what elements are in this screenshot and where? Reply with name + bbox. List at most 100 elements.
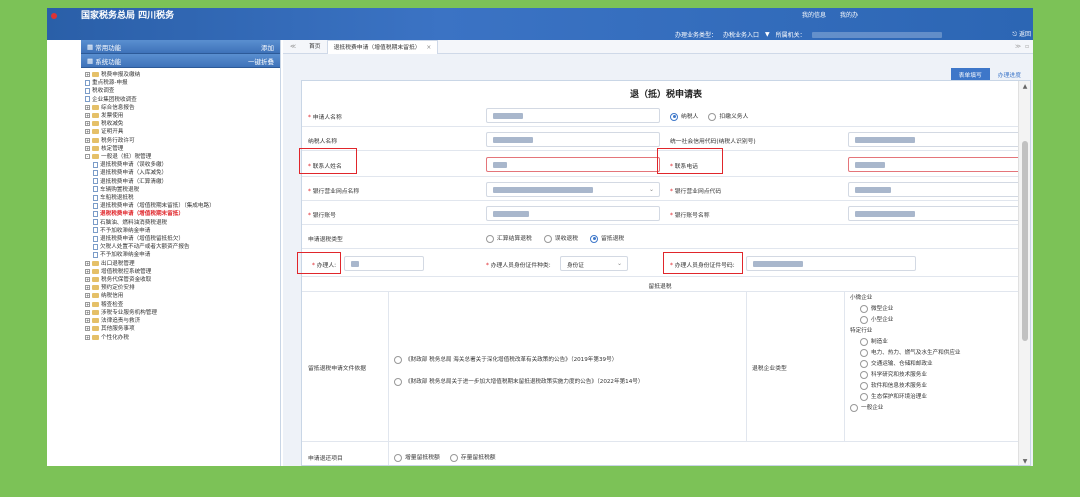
menu-item[interactable]: 退抵税费申请（误收多缴）: [85, 161, 276, 169]
menu-item[interactable]: + 法律追责与救济: [85, 317, 276, 325]
menu-item[interactable]: 退税税费申请（增值税期末留抵）: [85, 210, 276, 218]
option-ecology[interactable]: 生态保护和环境治理业: [860, 392, 961, 403]
tab-prev-button[interactable]: ≪: [283, 44, 303, 50]
expand-icon[interactable]: +: [85, 285, 90, 291]
option-general[interactable]: 一般企业: [850, 403, 961, 414]
radio-withholder[interactable]: 扣缴义务人: [708, 111, 748, 121]
menu-item[interactable]: 不予加收滞纳金申请: [85, 227, 276, 235]
credit-code-field[interactable]: [848, 132, 1022, 147]
scroll-down-icon[interactable]: ▼: [1019, 458, 1030, 465]
expand-icon[interactable]: +: [85, 277, 90, 283]
expand-icon[interactable]: +: [85, 318, 90, 324]
tab-menu-icon[interactable]: ▫: [1025, 44, 1029, 50]
option-manufacturing[interactable]: 制造业: [860, 337, 961, 348]
menu-item[interactable]: + 个性化办税: [85, 334, 276, 342]
taxpayer-name-field[interactable]: [486, 132, 660, 147]
expand-icon[interactable]: +: [85, 72, 90, 77]
option-stock[interactable]: 存量留抵税额: [449, 452, 496, 462]
bank-name-select[interactable]: ⌄: [486, 182, 660, 197]
expand-icon[interactable]: +: [85, 137, 90, 143]
option-research[interactable]: 科学研究和技术服务业: [860, 370, 961, 381]
menu-item[interactable]: + 税务代保管资金收取: [85, 276, 276, 284]
sidebar-system-header[interactable]: ▦ 系统功能 一键折叠: [81, 54, 280, 68]
expand-icon[interactable]: +: [85, 121, 90, 127]
menu-item[interactable]: + 出口退税管理: [85, 260, 276, 268]
bank-code-field[interactable]: [848, 182, 1022, 197]
id-type-select[interactable]: 身份证 ⌄: [560, 256, 628, 271]
menu-item[interactable]: 车辆购置税退税: [85, 186, 276, 194]
expand-icon[interactable]: +: [85, 129, 90, 135]
expand-icon[interactable]: +: [85, 260, 90, 266]
menu-item[interactable]: 石脑油、燃料油消费税退税: [85, 219, 276, 227]
option-micro[interactable]: 微型企业: [860, 304, 961, 315]
expand-icon[interactable]: +: [85, 113, 90, 119]
expand-icon[interactable]: +: [85, 301, 90, 307]
applicant-name-field[interactable]: [486, 108, 660, 123]
menu-item[interactable]: + 核定管理: [85, 145, 276, 153]
close-icon[interactable]: ×: [426, 45, 431, 51]
menu-item[interactable]: 欠税人处置不动产或者大额资产报告: [85, 243, 276, 251]
menu-item[interactable]: 不予加收滞纳金申请: [85, 251, 276, 259]
menu-item[interactable]: + 涉税专业服务机构管理: [85, 309, 276, 317]
expand-icon[interactable]: +: [85, 268, 90, 274]
expand-icon[interactable]: +: [85, 104, 90, 110]
option-transport[interactable]: 交通运输、仓储和邮政业: [860, 359, 961, 370]
radio-type-settlement[interactable]: 汇算结算退税: [486, 233, 532, 243]
biz-type-select[interactable]: 办税业务入口: [723, 30, 759, 39]
contact-name-field[interactable]: [486, 157, 660, 172]
collapse-all-button[interactable]: 一键折叠: [248, 56, 274, 66]
radio-type-credit-refund[interactable]: 留抵退税: [590, 233, 624, 243]
add-shortcut-button[interactable]: 添加: [261, 42, 274, 52]
menu-item[interactable]: + 稽查检查: [85, 301, 276, 309]
menu-item[interactable]: 退抵税费申请（增值税期末留抵）（集成电路）: [85, 202, 276, 210]
account-no-field[interactable]: [486, 206, 660, 221]
menu-item[interactable]: 退抵税费申请（汇算清缴）: [85, 178, 276, 186]
menu-item[interactable]: 退抵税费申请（入库减免）: [85, 169, 276, 177]
expand-icon[interactable]: +: [85, 145, 90, 151]
policy-option-2[interactable]: 《财政部 税务总局关于进一步加大增值税期末留抵退税政策实施力度的公告》（2022…: [394, 371, 644, 393]
contact-phone-field[interactable]: [848, 157, 1022, 172]
link-me[interactable]: 我的办: [840, 10, 858, 19]
menu-item[interactable]: + 证明开具: [85, 128, 276, 136]
menu-item[interactable]: + 税务行政许可: [85, 137, 276, 145]
sidebar-common-header[interactable]: ▦ 常用功能 添加: [81, 40, 280, 54]
handler-field[interactable]: [344, 256, 424, 271]
menu-item[interactable]: 退抵税费申请（增值税留抵抵欠）: [85, 235, 276, 243]
menu-item[interactable]: + 预约定价安排: [85, 284, 276, 292]
menu-item[interactable]: + 发票使用: [85, 112, 276, 120]
expand-icon[interactable]: +: [85, 334, 90, 340]
tab-home[interactable]: 首页: [303, 40, 327, 54]
menu-item[interactable]: 税收调查: [85, 87, 276, 95]
scroll-up-icon[interactable]: ▲: [1019, 83, 1030, 90]
scroll-thumb[interactable]: [1022, 141, 1028, 341]
policy-option-1[interactable]: 《财政部 税务总局 海关总署关于深化增值税改革有关政策的公告》（2019年第39…: [394, 349, 644, 371]
menu-item[interactable]: + 综合信息报告: [85, 104, 276, 112]
menu-item[interactable]: + 其他服务事项: [85, 325, 276, 333]
id-no-field[interactable]: [746, 256, 916, 271]
account-name-field[interactable]: [848, 206, 1022, 221]
link-my-info[interactable]: 我的信息: [802, 10, 826, 19]
menu-item[interactable]: 重点税源-申报: [85, 79, 276, 87]
expand-icon[interactable]: +: [85, 293, 90, 299]
menu-item[interactable]: + 增值税税控系统管理: [85, 268, 276, 276]
menu-item[interactable]: + 纳税信用: [85, 292, 276, 300]
expand-icon[interactable]: +: [85, 309, 90, 315]
tab-refund-application[interactable]: 退抵税费申请（增值税期末留抵） ×: [326, 39, 439, 54]
form-scrollbar[interactable]: ▲ ▼: [1018, 81, 1030, 465]
option-software[interactable]: 软件和信息技术服务业: [860, 381, 961, 392]
menu-item[interactable]: - 一般退（抵）税管理: [85, 153, 276, 161]
exit-button[interactable]: ⎋ 返回: [1012, 29, 1031, 39]
option-utilities[interactable]: 电力、热力、燃气及水生产和供应业: [860, 348, 961, 359]
menu-item[interactable]: + 税费申报及缴纳: [85, 71, 276, 79]
expand-icon[interactable]: +: [85, 326, 90, 332]
tab-next-button[interactable]: ≫: [1015, 44, 1021, 50]
menu-item[interactable]: 企业集团税收调查: [85, 96, 276, 104]
option-incremental[interactable]: 增量留抵税额: [394, 452, 440, 462]
radio-taxpayer[interactable]: 纳税人: [670, 111, 698, 121]
menu-item[interactable]: 车船税退抵税: [85, 194, 276, 202]
menu-item[interactable]: + 税收减免: [85, 120, 276, 128]
chevron-down-icon[interactable]: ▼: [765, 31, 770, 38]
option-small[interactable]: 小型企业: [860, 315, 961, 326]
radio-type-mistaken[interactable]: 误收退税: [543, 233, 578, 243]
collapse-icon[interactable]: -: [85, 154, 90, 160]
